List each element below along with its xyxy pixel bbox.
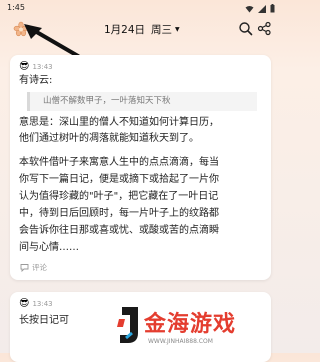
comment-button[interactable]: 评论 <box>20 262 47 273</box>
entry-text-line: 本软件借叶子来寓意人生中的点点滴滴，每当 <box>19 157 219 168</box>
mood-emoji-icon: 😎 <box>19 298 30 309</box>
entry-text-line: 长按日记可 <box>19 315 69 326</box>
watermark-text: 金海游戏 <box>144 312 237 337</box>
status-time: 1:45 <box>7 3 25 12</box>
status-icons <box>245 4 275 13</box>
comment-icon <box>20 264 29 272</box>
comment-label: 评论 <box>32 263 47 272</box>
diary-card[interactable]: 😎 13:43 有诗云: 山僧不解数甲子，一叶落知天下秋 意思是：深山里的僧人不… <box>10 55 271 280</box>
watermark: 金海游戏 WWW.JINHAI888.COM <box>116 303 281 353</box>
entry-text-line: 认为值得珍藏的"叶子"，把它藏在了一叶日记 <box>19 191 219 202</box>
battery-icon <box>270 4 275 13</box>
share-icon[interactable] <box>257 21 272 36</box>
wifi-icon <box>245 5 254 12</box>
entry-text-line: 中，待到日后回顾时，每一片叶子上的纹路都 <box>19 208 219 219</box>
entry-time: 13:43 <box>32 63 53 71</box>
entry-text-line: 他们通过树叶的凋落就能知道秋天到了。 <box>19 133 199 144</box>
entry-header: 😎 13:43 <box>19 299 53 309</box>
weekday-label: 周三 <box>151 24 173 36</box>
entry-text-line: 间与心情…… <box>19 242 79 253</box>
entry-time: 13:43 <box>32 300 53 308</box>
entry-text-line: 你写下一篇日记，便是或摘下或拾起了一片你 <box>19 174 219 185</box>
watermark-logo-icon <box>117 307 138 343</box>
date-label: 1月24日 <box>104 24 146 36</box>
date-selector[interactable]: 1月24日 周三 ▼ <box>104 22 180 37</box>
entry-header: 😎 13:43 <box>19 62 53 72</box>
status-bar: 1:45 <box>0 0 281 18</box>
watermark-url: WWW.JINHAI888.COM <box>148 338 213 345</box>
signal-icon <box>258 4 266 13</box>
entry-text-line: 意思是：深山里的僧人不知道如何计算日历， <box>19 117 219 128</box>
caret-down-icon: ▼ <box>175 26 180 33</box>
entry-text-line: 会告诉你往日那或喜或忧、或酸或苦的点滴瞬 <box>19 225 219 236</box>
search-icon[interactable] <box>238 21 253 36</box>
mood-emoji-icon: 😎 <box>19 61 30 72</box>
entry-text-line: 有诗云: <box>19 75 53 86</box>
entry-quote: 山僧不解数甲子，一叶落知天下秋 <box>27 92 257 111</box>
